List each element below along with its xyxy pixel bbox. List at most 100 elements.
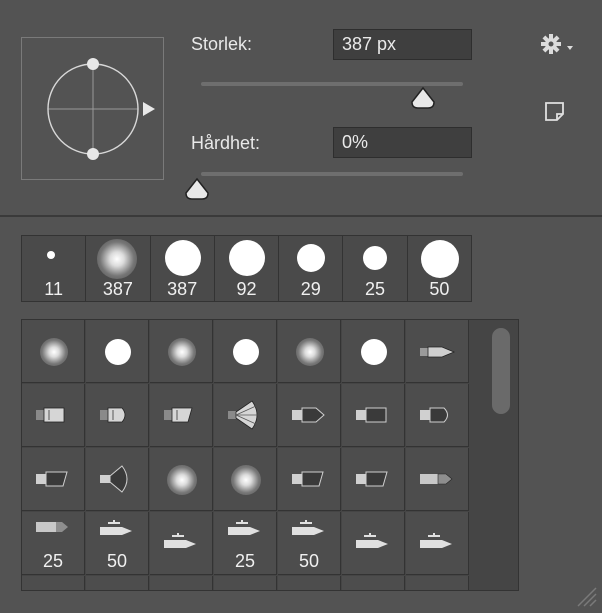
brush-preset[interactable] (86, 320, 149, 383)
scrollbar-thumb[interactable] (492, 328, 510, 414)
brush-preset[interactable] (278, 576, 341, 590)
soft-round-brush-icon (167, 465, 197, 495)
pointed-bristle-brush-icon (292, 407, 325, 423)
brush-presets-grid: 25 50 25 50 (21, 319, 519, 591)
brush-size: 387 (102, 279, 133, 299)
recent-brush[interactable]: 11 (22, 236, 87, 301)
brush-preset[interactable] (342, 384, 405, 447)
brush-angle-icon[interactable] (22, 38, 165, 181)
brush-preset[interactable] (278, 448, 341, 511)
brush-preset[interactable] (278, 320, 341, 383)
brush-preset[interactable] (86, 448, 149, 511)
brush-preset[interactable] (342, 576, 405, 590)
brush-preset[interactable] (406, 384, 469, 447)
brush-preset[interactable]: 25 (214, 512, 277, 575)
brush-preset[interactable]: 50 (86, 512, 149, 575)
new-document-icon (545, 102, 564, 121)
recent-brush[interactable]: 92 (215, 236, 280, 301)
hard-round-brush-icon (363, 246, 388, 270)
hard-round-brush-icon (420, 240, 459, 278)
brush-preset[interactable] (406, 448, 469, 511)
pencil-tip-brush-icon (420, 346, 456, 358)
brush-preset[interactable] (214, 384, 277, 447)
section-divider (0, 215, 602, 217)
brush-preset[interactable] (342, 512, 405, 575)
brush-size: 25 (42, 551, 64, 571)
hard-round-brush-icon (361, 339, 387, 365)
brush-size: 29 (300, 279, 321, 299)
flat-bristle-brush-icon (36, 407, 65, 423)
settings-menu-button[interactable] (540, 33, 574, 60)
pen-brush-icon (356, 533, 388, 548)
hardness-field[interactable]: 0% (333, 127, 472, 158)
round-bristle-brush-icon (100, 407, 126, 423)
hard-round-brush-icon (47, 251, 55, 259)
hardness-label: Hårdhet: (191, 133, 261, 153)
new-preset-button[interactable] (544, 101, 566, 128)
size-label: Storlek: (191, 34, 253, 54)
brush-preset[interactable] (214, 320, 277, 383)
brush-size: 25 (365, 279, 386, 299)
brush-preset[interactable] (342, 320, 405, 383)
brush-preset[interactable] (406, 320, 469, 383)
scrollbar-track[interactable] (470, 320, 518, 590)
angled-dark-bristle-brush-icon (292, 471, 324, 487)
soft-round-brush-icon (231, 465, 261, 495)
angled-dark-bristle-brush-icon (356, 471, 388, 487)
pen-brush-icon (420, 533, 452, 548)
hard-round-brush-icon (228, 240, 265, 276)
brush-preset[interactable] (150, 448, 213, 511)
brush-preset[interactable] (150, 512, 213, 575)
resize-grip-icon[interactable] (574, 584, 598, 608)
brush-preset[interactable] (342, 448, 405, 511)
brush-size: 11 (44, 279, 63, 299)
brush-preset[interactable]: 50 (278, 512, 341, 575)
recent-brush[interactable]: 387 (151, 236, 215, 301)
brush-preset[interactable] (214, 576, 277, 590)
brush-size: 92 (236, 279, 257, 299)
brush-preset[interactable] (22, 320, 85, 383)
brush-size: 387 (167, 279, 198, 299)
brush-preset[interactable] (86, 576, 149, 590)
fan-bristle-brush-icon (228, 400, 258, 430)
brush-preset[interactable] (22, 384, 85, 447)
soft-round-brush-icon (168, 338, 196, 366)
recent-brush[interactable]: 50 (408, 236, 471, 301)
hard-round-brush-icon (164, 240, 201, 276)
brush-preset[interactable] (150, 384, 213, 447)
hard-round-brush-icon (297, 244, 326, 272)
brush-preset[interactable] (406, 512, 469, 575)
pen-brush-icon (228, 520, 260, 535)
brush-angle-preview[interactable] (21, 37, 164, 180)
size-slider-thumb[interactable] (410, 86, 436, 110)
chevron-down-icon (567, 46, 573, 50)
hardness-slider-thumb[interactable] (184, 177, 210, 201)
brush-preset[interactable] (406, 576, 469, 590)
pen-brush-icon (164, 533, 196, 548)
angled-bristle-brush-icon (164, 407, 193, 423)
brush-preset[interactable] (22, 448, 85, 511)
brush-size: 25 (234, 551, 256, 571)
pen-brush-icon (100, 520, 132, 535)
brush-preset[interactable]: 25 (22, 512, 85, 575)
brush-preset[interactable] (278, 384, 341, 447)
brush-preset[interactable] (214, 448, 277, 511)
hard-round-brush-icon (233, 339, 259, 365)
brush-preset[interactable] (22, 576, 85, 590)
brush-preset[interactable] (150, 320, 213, 383)
round-dark-bristle-brush-icon (420, 407, 448, 423)
recent-brush[interactable]: 29 (279, 236, 344, 301)
brush-size: 50 (429, 279, 450, 299)
recent-brush[interactable]: 387 (86, 236, 151, 301)
pencil-brush-icon (36, 522, 68, 532)
brush-preset[interactable] (86, 384, 149, 447)
brush-preset[interactable] (150, 576, 213, 590)
brush-size: 50 (106, 551, 128, 571)
recent-brush[interactable]: 25 (343, 236, 408, 301)
size-field[interactable]: 387 px (333, 29, 472, 60)
gear-icon (541, 34, 573, 54)
hard-round-brush-icon (105, 339, 131, 365)
hardness-slider-track[interactable] (201, 172, 463, 176)
angled-dark-bristle-brush-icon (36, 471, 68, 487)
brush-size: 50 (298, 551, 320, 571)
